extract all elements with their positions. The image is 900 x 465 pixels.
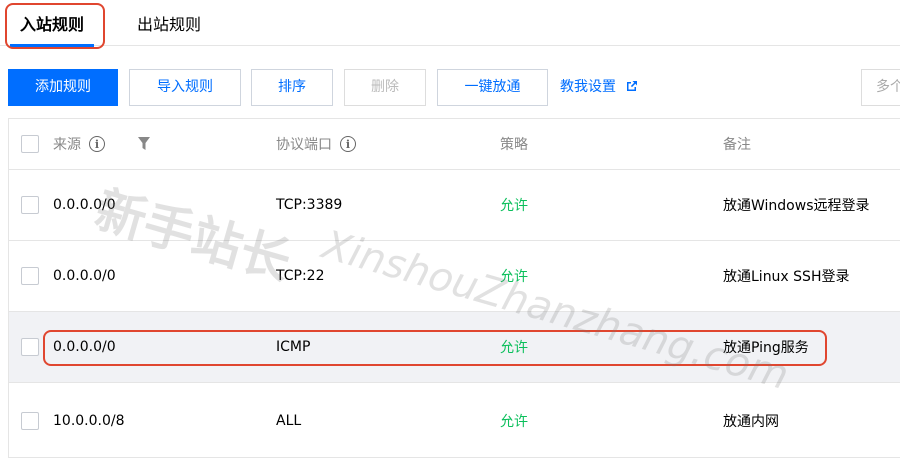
cell-protocol-port: TCP:22 xyxy=(276,268,325,284)
cell-protocol-port: ICMP xyxy=(276,339,311,355)
cell-source: 0.0.0.0/0 xyxy=(53,339,116,355)
row-checkbox[interactable] xyxy=(21,267,39,285)
tab-bar: 入站规则 出站规则 xyxy=(0,0,900,47)
header-remark: 备注 xyxy=(723,137,751,153)
tutorial-link-label: 教我设置 xyxy=(560,79,616,95)
open-all-button[interactable]: 一键放通 xyxy=(437,69,548,106)
row-checkbox[interactable] xyxy=(21,338,39,356)
cell-remark: 放通内网 xyxy=(723,414,779,430)
tab-inbound-label: 入站规则 xyxy=(20,15,85,34)
cell-policy: 允许 xyxy=(500,269,528,285)
external-link-icon xyxy=(627,81,638,91)
table-header: 来源 i 协议端口 i 策略 备注 xyxy=(9,119,900,170)
multi-select-dropdown[interactable]: 多个 xyxy=(861,69,900,106)
header-source-label: 来源 xyxy=(53,137,81,153)
cell-policy: 允许 xyxy=(500,198,528,214)
cell-remark: 放通Linux SSH登录 xyxy=(723,269,850,285)
table-row: 0.0.0.0/0 TCP:22 允许 放通Linux SSH登录 xyxy=(9,241,900,312)
row-checkbox[interactable] xyxy=(21,196,39,214)
tab-inbound-rules[interactable]: 入站规则 xyxy=(10,0,95,47)
cell-protocol-port: ALL xyxy=(276,413,302,429)
table-row: 10.0.0.0/8 ALL 允许 放通内网 xyxy=(9,383,900,459)
tab-outbound-rules[interactable]: 出站规则 xyxy=(137,0,201,46)
tab-outbound-label: 出站规则 xyxy=(137,15,202,34)
cell-policy: 允许 xyxy=(500,340,528,356)
table-row: 0.0.0.0/0 ICMP 允许 放通Ping服务 xyxy=(9,312,900,383)
select-all-checkbox[interactable] xyxy=(21,135,39,153)
cell-remark: 放通Ping服务 xyxy=(723,340,809,356)
import-rules-button[interactable]: 导入规则 xyxy=(129,69,241,106)
cell-remark: 放通Windows远程登录 xyxy=(723,198,870,214)
filter-icon[interactable] xyxy=(138,137,150,151)
info-icon[interactable]: i xyxy=(340,136,356,152)
cell-source: 10.0.0.0/8 xyxy=(53,413,125,429)
header-protocol-port: 协议端口 i xyxy=(276,119,356,169)
cell-protocol-port: TCP:3389 xyxy=(276,197,343,213)
tutorial-link[interactable]: 教我设置 xyxy=(560,69,638,106)
add-rule-button[interactable]: 添加规则 xyxy=(8,69,118,106)
cell-source: 0.0.0.0/0 xyxy=(53,197,116,213)
header-protocol-port-label: 协议端口 xyxy=(276,137,332,153)
row-checkbox[interactable] xyxy=(21,412,39,430)
info-icon[interactable]: i xyxy=(89,136,105,152)
delete-button[interactable]: 删除 xyxy=(344,69,426,106)
cell-source: 0.0.0.0/0 xyxy=(53,268,116,284)
active-tab-indicator xyxy=(10,44,95,47)
rules-table: 来源 i 协议端口 i 策略 备注 0.0.0.0/0 TCP:3389 允许 … xyxy=(8,118,900,458)
sort-button[interactable]: 排序 xyxy=(251,69,333,106)
header-policy: 策略 xyxy=(500,137,528,153)
table-row: 0.0.0.0/0 TCP:3389 允许 放通Windows远程登录 xyxy=(9,170,900,241)
header-source: 来源 i xyxy=(53,119,105,169)
cell-policy: 允许 xyxy=(500,414,528,430)
